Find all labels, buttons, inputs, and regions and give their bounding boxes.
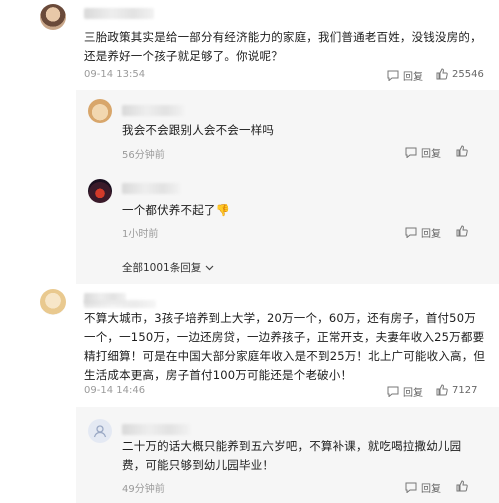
comment-icon: [405, 147, 417, 158]
reply-text: 一个都伏养不起了👎: [122, 203, 231, 217]
thumb-up-icon: [436, 384, 448, 396]
reply-label: 回复: [421, 484, 441, 495]
reply-label: 回复: [403, 388, 423, 399]
reply-button[interactable]: 回复: [387, 68, 423, 83]
reply-label: 回复: [421, 149, 441, 160]
chevron-down-icon: [205, 265, 214, 271]
thumb-up-icon: [456, 225, 468, 237]
reply-user-name: [122, 424, 190, 435]
like-button[interactable]: 25546: [436, 68, 484, 80]
commenter-name: [84, 8, 154, 19]
comment-time: 09-14 14:46: [84, 385, 146, 396]
like-button[interactable]: [456, 480, 468, 492]
expand-replies-label: 全部1001条回复: [122, 262, 202, 274]
reply-avatar[interactable]: [88, 179, 112, 203]
reply-button[interactable]: 回复: [405, 480, 441, 495]
comment-icon: [405, 482, 417, 493]
reply-avatar[interactable]: [88, 99, 112, 123]
comment-icon: [405, 227, 417, 238]
reply-button[interactable]: 回复: [387, 384, 423, 399]
comment-text: 不算大城市，3孩子培养到上大学，20万一个，60万，还有房子，首付50万一个，一…: [84, 311, 486, 382]
reply-avatar[interactable]: [88, 419, 112, 443]
commenter-name-extra: [84, 300, 156, 308]
reply-time: 56分钟前: [122, 150, 165, 161]
reply-text: 二十万的话大概只能养到五六岁吧，不算补课，就吃喝拉撒幼儿园费，可能只够到幼儿园毕…: [122, 439, 462, 472]
thumb-up-icon: [456, 480, 468, 492]
reply-user-name: [122, 183, 180, 194]
commenter-avatar[interactable]: [40, 4, 66, 30]
like-button[interactable]: [456, 145, 468, 157]
reply-button[interactable]: 回复: [405, 225, 441, 240]
thumb-up-icon: [436, 68, 448, 80]
comment-time: 09-14 13:54: [84, 69, 146, 80]
reply-label: 回复: [403, 72, 423, 83]
reply-text: 我会不会跟别人会不会一样吗: [122, 123, 275, 137]
default-user-icon: [93, 425, 107, 438]
like-button[interactable]: 7127: [436, 384, 477, 396]
reply-button[interactable]: 回复: [405, 145, 441, 160]
comment-icon: [387, 70, 399, 81]
reply-time: 1小时前: [122, 229, 159, 240]
comment-icon: [387, 386, 399, 397]
commenter-avatar[interactable]: [40, 289, 66, 315]
reply-label: 回复: [421, 229, 441, 240]
expand-replies-link[interactable]: 全部1001条回复: [122, 260, 214, 275]
like-count: 25546: [452, 68, 484, 80]
reply-user-name: [122, 105, 184, 116]
like-count: 7127: [452, 384, 478, 396]
thumb-up-icon: [456, 145, 468, 157]
comment-text: 三胎政策其实是给一部分有经济能力的家庭，我们普通老百姓，没钱没房的，还是养好一个…: [84, 30, 482, 63]
like-button[interactable]: [456, 225, 468, 237]
reply-time: 49分钟前: [122, 484, 165, 495]
